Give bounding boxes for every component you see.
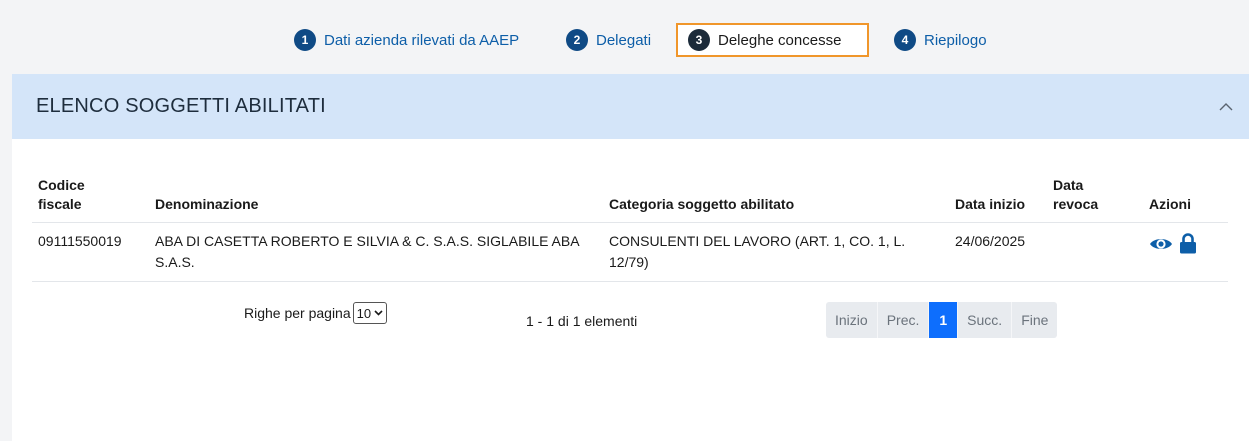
table-row: 09111550019 ABA DI CASETTA ROBERTO E SIL… xyxy=(32,222,1228,282)
step-delegati[interactable]: 2 Delegati xyxy=(566,23,651,57)
step-number: 2 xyxy=(566,29,588,51)
page-next-button[interactable]: Succ. xyxy=(958,302,1013,338)
step-label: Riepilogo xyxy=(924,31,987,49)
lock-icon[interactable] xyxy=(1179,233,1197,254)
step-deleghe-concesse[interactable]: 3 Deleghe concesse xyxy=(676,23,869,57)
page-last-button[interactable]: Fine xyxy=(1012,302,1058,338)
cell-data-revoca xyxy=(1047,222,1143,282)
column-header-azioni: Azioni xyxy=(1149,196,1191,212)
column-header-codice-fiscale: Codice fiscale xyxy=(38,177,85,212)
rows-per-page-control: Righe per pagina 10 xyxy=(244,302,388,324)
panel-title: ELENCO SOGGETTI ABILITATI xyxy=(36,95,326,117)
chevron-down-icon xyxy=(374,308,383,319)
cell-data-inizio: 24/06/2025 xyxy=(949,222,1047,282)
page-current-button[interactable]: 1 xyxy=(929,302,959,338)
pagination: Inizio Prec. 1 Succ. Fine xyxy=(826,302,1058,338)
step-number: 1 xyxy=(294,29,316,51)
eye-icon[interactable] xyxy=(1149,236,1173,252)
step-number: 3 xyxy=(688,29,710,51)
rows-per-page-select[interactable]: 10 xyxy=(352,302,388,324)
cell-codice-fiscale: 09111550019 xyxy=(32,222,149,282)
panel-header[interactable]: ELENCO SOGGETTI ABILITATI xyxy=(12,74,1249,139)
step-riepilogo[interactable]: 4 Riepilogo xyxy=(894,23,987,57)
column-header-data-inizio: Data inizio xyxy=(955,196,1026,212)
chevron-up-icon[interactable] xyxy=(1215,96,1237,118)
column-header-denominazione: Denominazione xyxy=(155,196,259,212)
rows-per-page-label: Righe per pagina xyxy=(244,305,351,321)
cell-azioni xyxy=(1143,222,1228,282)
column-header-categoria: Categoria soggetto abilitato xyxy=(609,196,795,212)
step-label: Dati azienda rilevati da AAEP xyxy=(324,31,520,49)
cell-categoria: CONSULENTI DEL LAVORO (ART. 1, CO. 1, L.… xyxy=(603,222,949,282)
page-first-button[interactable]: Inizio xyxy=(826,302,878,338)
step-label: Deleghe concesse xyxy=(718,31,842,49)
step-dati-azienda[interactable]: 1 Dati azienda rilevati da AAEP xyxy=(294,23,519,57)
soggetti-table: Codice fiscale Denominazione Categoria so… xyxy=(32,176,1228,282)
step-label: Delegati xyxy=(596,31,652,49)
table-header-row: Codice fiscale Denominazione Categoria so… xyxy=(32,176,1228,223)
wizard-stepper: 1 Dati azienda rilevati da AAEP 2 Delega… xyxy=(0,0,1249,74)
step-number: 4 xyxy=(894,29,916,51)
page-prev-button[interactable]: Prec. xyxy=(877,302,930,338)
column-header-data-revoca: Data revoca xyxy=(1053,177,1099,212)
cell-denominazione: ABA DI CASETTA ROBERTO E SILVIA & C. S.A… xyxy=(149,222,603,282)
items-count: 1 - 1 di 1 elementi xyxy=(526,313,638,329)
soggetti-abilitati-panel: ELENCO SOGGETTI ABILITATI Codice fiscale … xyxy=(12,74,1249,441)
